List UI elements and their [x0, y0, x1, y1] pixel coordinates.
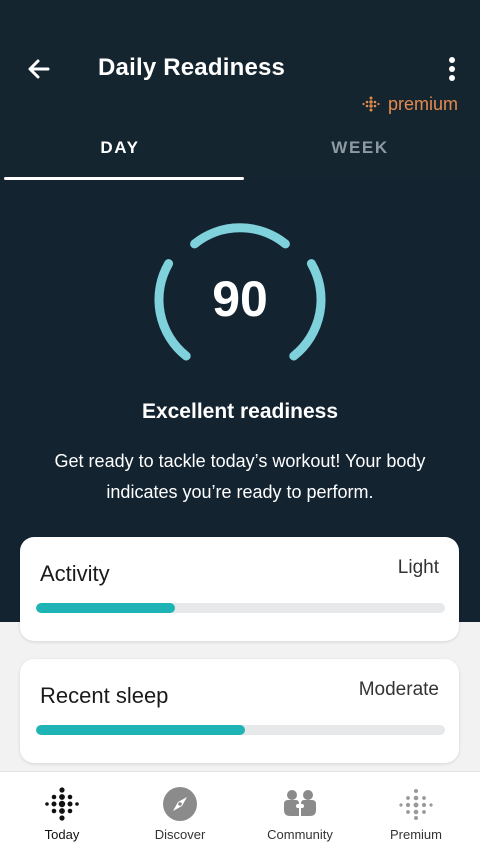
- more-vertical-icon: [449, 57, 455, 81]
- recent-sleep-card[interactable]: Recent sleep Moderate: [20, 659, 459, 763]
- tab-week[interactable]: WEEK: [240, 128, 480, 180]
- activity-value: Light: [397, 557, 439, 578]
- nav-today-label: Today: [44, 827, 80, 842]
- recent-sleep-value: Moderate: [358, 679, 439, 700]
- overflow-menu-button[interactable]: [440, 54, 464, 84]
- top-app-bar: Daily Readiness premium DAY WEEK: [0, 0, 480, 180]
- bottom-navigation: Today Discover Community Premium: [0, 771, 480, 853]
- activity-label: Activity: [40, 561, 110, 586]
- premium-dots-icon: [362, 96, 380, 111]
- recent-sleep-progress-track: [36, 725, 445, 735]
- premium-label: premium: [387, 94, 458, 114]
- activity-card[interactable]: Activity Light: [20, 537, 459, 641]
- recent-sleep-label: Recent sleep: [40, 683, 169, 708]
- activity-progress-fill: [36, 603, 176, 613]
- tab-indicator: [4, 177, 244, 180]
- nav-discover-label: Discover: [154, 827, 206, 842]
- nav-discover[interactable]: Discover: [120, 772, 240, 853]
- back-button[interactable]: [24, 54, 54, 84]
- activity-progress-track: [36, 603, 445, 613]
- readiness-description: Get ready to tackle today’s workout! You…: [54, 451, 426, 502]
- community-people-icon: [284, 790, 316, 816]
- readiness-status: Excellent readiness: [141, 400, 339, 423]
- premium-dots-icon: [399, 789, 433, 820]
- tab-bar: DAY WEEK: [0, 128, 480, 180]
- nav-community-label: Community: [267, 827, 333, 842]
- nav-today[interactable]: Today: [2, 772, 122, 853]
- fitbit-dots-icon: [45, 787, 79, 821]
- compass-icon: [163, 787, 197, 821]
- page-title: Daily Readiness: [98, 54, 286, 81]
- readiness-score: 90: [212, 271, 268, 327]
- recent-sleep-progress-fill: [36, 725, 245, 735]
- nav-premium[interactable]: Premium: [356, 772, 476, 853]
- nav-community[interactable]: Community: [240, 772, 360, 853]
- nav-premium-label: Premium: [389, 827, 442, 842]
- tab-day[interactable]: DAY: [0, 128, 240, 180]
- premium-badge[interactable]: premium: [362, 94, 458, 115]
- arrow-left-icon: [28, 59, 50, 79]
